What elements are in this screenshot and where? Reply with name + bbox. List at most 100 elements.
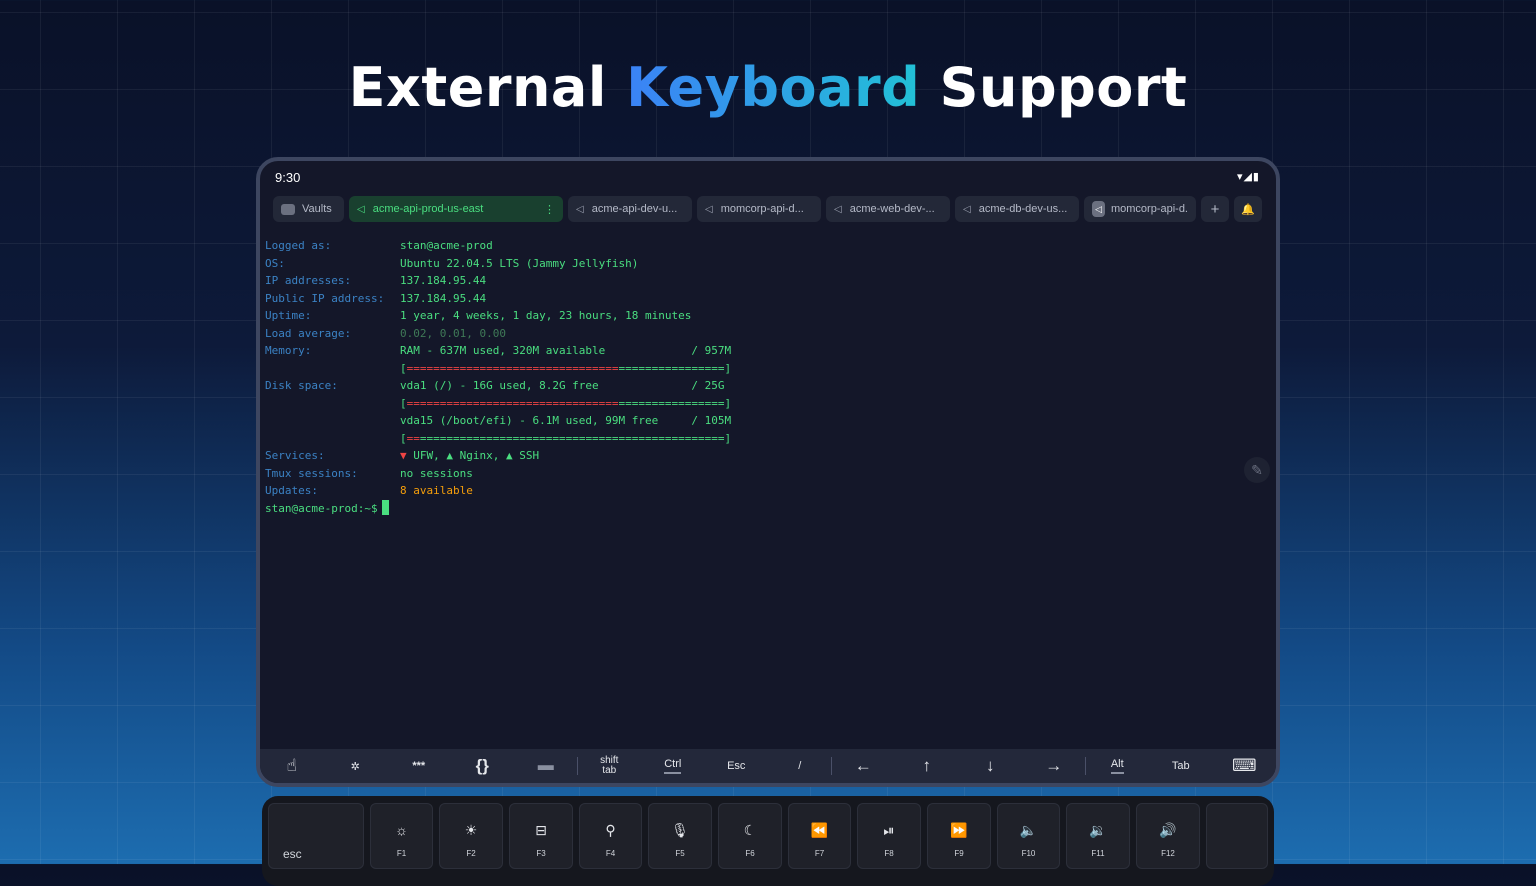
tab-host[interactable]: ◁ momcorp-api-d.: [1084, 196, 1196, 222]
ai-magic-button[interactable]: ✲: [324, 749, 388, 783]
sparkle-icon: ✲: [350, 760, 360, 773]
keyboard-key-f6[interactable]: ☾ F6: [718, 803, 782, 869]
tab-host[interactable]: ◁ acme-db-dev-us...: [955, 196, 1079, 222]
headline-highlight: Keyboard: [626, 56, 921, 119]
tab-vaults[interactable]: Vaults: [273, 196, 344, 222]
keyboard-key-f1[interactable]: ☼ F1: [370, 803, 433, 869]
alt-key[interactable]: Alt: [1086, 749, 1150, 783]
keyboard-key-f11[interactable]: 🔉 F11: [1066, 803, 1130, 869]
rewind-icon: ⏪: [810, 822, 829, 838]
tab-key[interactable]: Tab: [1149, 749, 1213, 783]
ctrl-key[interactable]: Ctrl: [641, 749, 705, 783]
brightness-up-icon: ☀: [464, 822, 478, 838]
arrow-left-key[interactable]: ←: [832, 749, 896, 783]
key-label: F1: [396, 849, 407, 858]
mission-control-icon: ⊟: [535, 822, 547, 838]
esc-key[interactable]: Esc: [705, 749, 769, 783]
key-label: F9: [954, 849, 964, 858]
terminal-output[interactable]: Logged as: stan@acme-prod OS: Ubuntu 22.04…: [265, 237, 1271, 517]
keyboard-icon: ⌨: [1231, 756, 1257, 775]
keyboard-key-f4[interactable]: ⚲ F4: [579, 803, 642, 869]
tab-label: acme-db-dev-us...: [978, 203, 1068, 215]
keyboard-key-power[interactable]: [1206, 803, 1268, 869]
logged-as-value: stan@acme-prod: [400, 239, 493, 252]
touch-gesture-button[interactable]: ☝: [260, 749, 324, 783]
key-label: F4: [605, 849, 616, 858]
keyboard-key-f7[interactable]: ⏪ F7: [788, 803, 851, 869]
terminal-line: Public IP address: 137.184.95.44: [265, 290, 1271, 308]
bar-open: [: [400, 396, 407, 410]
memory-value: RAM - 637M used, 320M available / 957M: [400, 344, 732, 357]
disk1-value: vda1 (/) - 16G used, 8.2G free / 25G: [400, 379, 725, 392]
terminal-line: Memory: RAM - 637M used, 320M available /…: [265, 342, 1271, 360]
tmux-value: no sessions: [400, 466, 473, 480]
service-down-icon: ▼: [400, 449, 407, 462]
keyboard-key-f3[interactable]: ⊟ F3: [509, 803, 573, 869]
tab-active-host[interactable]: ◁ acme-api-prod-us-east ⋮: [349, 196, 563, 222]
snippets-button[interactable]: {}: [451, 749, 515, 783]
bar-open: [: [400, 431, 407, 445]
shell-prompt: stan@acme-prod:~$: [265, 501, 378, 515]
tab-host[interactable]: ◁ momcorp-api-d...: [697, 196, 821, 222]
tab-bar: Vaults ◁ acme-api-prod-us-east ⋮ ◁ acme-…: [273, 195, 1264, 223]
headline-post: Support: [920, 56, 1188, 119]
terminal-cursor: [381, 499, 389, 515]
slash-label: /: [798, 760, 802, 772]
signal-battery-icon: ▾◢▮: [1236, 171, 1260, 183]
slash-key[interactable]: /: [768, 749, 832, 783]
external-keyboard: esc ☼ F1 ☀ F2 ⊟ F3 ⚲ F4 🎙 F5 ☾ F6 ⏪ F7 ⏯ F8 ⏩ F9 …: [262, 796, 1274, 886]
headline-pre: External: [348, 56, 627, 119]
keyboard-key-f5[interactable]: 🎙 F5: [648, 803, 712, 869]
service-ssh: SSH: [512, 449, 540, 462]
tab-host[interactable]: ◁ acme-web-dev-...: [826, 196, 950, 222]
arrow-right-key[interactable]: →: [1022, 749, 1086, 783]
arrow-down-key[interactable]: ↓: [959, 749, 1023, 783]
terminal-prompt-line[interactable]: stan@acme-prod:~$: [265, 499, 1271, 518]
keyboard-toggle-button[interactable]: ⌨: [1213, 749, 1277, 783]
keyboard-key-f2[interactable]: ☀ F2: [439, 803, 503, 869]
terminal-line: IP addresses: 137.184.95.44: [265, 272, 1271, 290]
key-label: F11: [1091, 849, 1105, 858]
service-up-icon: ▲: [446, 449, 453, 462]
disk1-usage-bar: [=======================================…: [400, 395, 731, 413]
sftp-button[interactable]: ▬: [514, 749, 578, 783]
shift-tab-key[interactable]: shift tab: [578, 749, 642, 783]
arrow-up-key[interactable]: ↑: [895, 749, 959, 783]
add-tab-button[interactable]: +: [1201, 196, 1229, 222]
status-time: 9:30: [275, 170, 301, 185]
bar-used: ================================: [406, 361, 619, 375]
microphone-icon: 🎙: [671, 822, 689, 838]
page-headline: External Keyboard Support: [0, 56, 1536, 119]
disk2-value: vda15 (/boot/efi) - 6.1M used, 99M free …: [400, 414, 732, 427]
host-icon: ◁: [357, 203, 365, 215]
key-label: F5: [675, 849, 685, 858]
bar-used: ==: [406, 431, 420, 445]
brightness-down-icon: ☼: [395, 822, 408, 838]
service-nginx: Nginx,: [453, 449, 506, 462]
terminal-line: [=======================================…: [265, 360, 1271, 378]
keyboard-key-f10[interactable]: 🔈 F10: [997, 803, 1060, 869]
tab-menu-icon[interactable]: ⋮: [534, 203, 555, 216]
pencil-icon[interactable]: ✎: [1244, 457, 1270, 483]
keyboard-key-esc[interactable]: esc: [268, 803, 364, 869]
hand-pointer-icon: ☝: [286, 756, 297, 775]
keyboard-key-f12[interactable]: 🔊 F12: [1136, 803, 1200, 869]
updates-value: 8 available: [400, 484, 473, 497]
bar-close: ]: [724, 361, 732, 375]
key-label: F12: [1161, 849, 1175, 858]
tab-host[interactable]: ◁ acme-api-dev-u...: [568, 196, 692, 222]
public-ip-value: 137.184.95.44: [400, 291, 487, 305]
keyboard-key-f8[interactable]: ⏯ F8: [857, 803, 921, 869]
key-label: F2: [466, 849, 476, 858]
ctrl-label: Ctrl: [664, 758, 682, 774]
terminal-line: vda15 (/boot/efi) - 6.1M used, 99M free …: [265, 412, 1271, 430]
password-icon: ***: [412, 760, 426, 772]
terminal-line: Load average: 0.02, 0.01, 0.00: [265, 325, 1271, 343]
terminal-line: [=======================================…: [265, 395, 1271, 413]
keyboard-key-f9[interactable]: ⏩ F9: [927, 803, 991, 869]
bell-icon[interactable]: 🔔: [1234, 196, 1262, 222]
password-button[interactable]: ***: [387, 749, 451, 783]
